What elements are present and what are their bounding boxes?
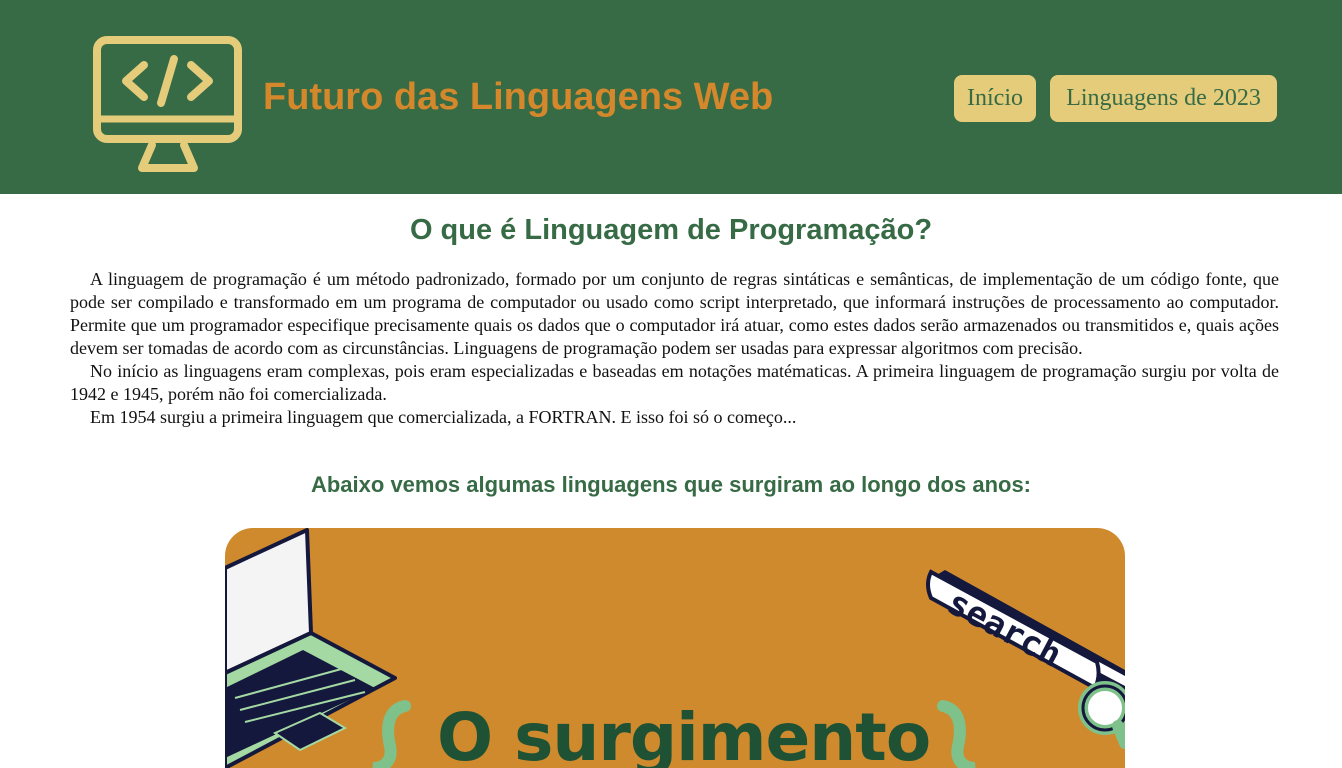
article-paragraph: A linguagem de programação é um método p… xyxy=(70,269,1279,358)
right-brace-icon xyxy=(937,700,976,768)
laptop-icon xyxy=(225,528,397,768)
banner-title: O surgimento xyxy=(437,699,931,768)
left-brace-icon xyxy=(372,700,411,768)
nav-languages-2023-button[interactable]: Linguagens de 2023 xyxy=(1050,75,1277,122)
page-heading: O que é Linguagem de Programação? xyxy=(409,214,933,246)
code-monitor-icon xyxy=(93,36,242,172)
banner-image: search O surgimento xyxy=(225,528,1125,768)
article-paragraph: Em 1954 surgiu a primeira linguagem que … xyxy=(90,407,797,427)
search-label: search xyxy=(941,583,1068,676)
article-body: A linguagem de programação é um método p… xyxy=(70,268,1279,429)
magnifier-icon xyxy=(1078,681,1125,749)
site-header: Futuro das Linguagens Web Início Linguag… xyxy=(0,0,1342,194)
site-title: Futuro das Linguagens Web xyxy=(263,76,774,118)
section-subheading: Abaixo vemos algumas linguagens que surg… xyxy=(310,472,1032,497)
article-paragraph: No início as linguagens eram complexas, … xyxy=(70,361,1279,404)
nav-home-button[interactable]: Início xyxy=(954,75,1036,122)
